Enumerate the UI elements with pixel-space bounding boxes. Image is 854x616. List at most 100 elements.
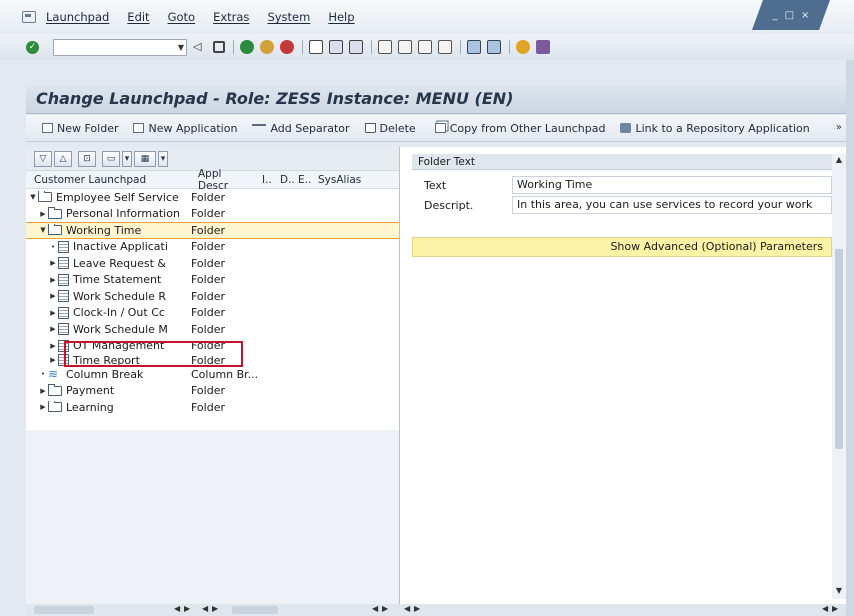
column-e[interactable]: E.. xyxy=(290,174,311,186)
tree-row[interactable]: • Inactive Applicati Folder xyxy=(26,239,399,256)
tree-row[interactable]: ▶ Time Report Folder xyxy=(26,354,399,366)
next-page-icon[interactable] xyxy=(418,40,432,54)
more-chevron-icon[interactable]: » xyxy=(836,122,842,133)
back-icon[interactable]: ◁ xyxy=(193,40,207,54)
find-in-tree-icon[interactable]: ⊡ xyxy=(78,150,96,167)
add-separator-button[interactable]: Add Separator xyxy=(252,122,350,135)
scroll-right-icon[interactable]: ▶ xyxy=(832,604,838,613)
expand-arrow-icon[interactable]: ▶ xyxy=(38,403,48,411)
menu-launchpad[interactable]: Launchpad xyxy=(46,10,109,24)
close-button[interactable]: × xyxy=(801,10,809,21)
column-i[interactable]: I.. xyxy=(254,174,272,186)
command-field-dropdown-icon[interactable]: ▼ xyxy=(178,43,184,52)
scroll-right-icon[interactable]: ▶ xyxy=(382,604,388,613)
launchpad-menu-icon[interactable] xyxy=(22,11,36,23)
collapse-all-icon[interactable]: △ xyxy=(54,150,72,167)
columns-icon[interactable]: ▦ xyxy=(134,150,156,167)
scrollbar-thumb[interactable] xyxy=(34,606,94,614)
tree-row[interactable]: ▶ Work Schedule M Folder xyxy=(26,321,399,338)
column-customer-launchpad[interactable]: Customer Launchpad xyxy=(26,174,190,186)
scroll-left-icon[interactable]: ◀ xyxy=(404,604,410,613)
first-page-icon[interactable] xyxy=(378,40,392,54)
tree-row[interactable]: • ≋ Column Break Column Br... xyxy=(26,366,399,383)
help-icon[interactable] xyxy=(516,40,530,54)
minimize-button[interactable]: _ xyxy=(773,10,778,21)
print-dropdown-icon[interactable]: ▾ xyxy=(122,150,132,167)
menu-goto[interactable]: Goto xyxy=(168,10,196,24)
tree-row[interactable]: ▶ Learning Folder xyxy=(26,399,399,416)
scroll-up-icon[interactable]: ▲ xyxy=(832,154,846,166)
command-field[interactable]: ▼ xyxy=(53,38,187,56)
tree-row[interactable]: ▶ Clock-In / Out Cc Folder xyxy=(26,305,399,322)
expand-arrow-icon[interactable]: ▶ xyxy=(48,259,58,267)
column-sysalias[interactable]: SysAlias xyxy=(310,174,361,186)
save-icon[interactable] xyxy=(213,41,225,53)
expand-all-icon[interactable]: ▽ xyxy=(34,150,52,167)
back-green-icon[interactable] xyxy=(240,40,254,54)
scroll-left-icon[interactable]: ◀ xyxy=(822,604,828,613)
tree-node-desc: Folder xyxy=(191,240,225,254)
expand-arrow-icon[interactable]: ▶ xyxy=(48,309,58,317)
scrollbar-thumb[interactable] xyxy=(835,249,843,449)
new-application-button[interactable]: New Application xyxy=(133,122,237,135)
columns-dropdown-icon[interactable]: ▾ xyxy=(158,150,168,167)
scroll-left-icon[interactable]: ◀ xyxy=(372,604,378,613)
scroll-left-icon[interactable]: ◀ xyxy=(202,604,208,613)
print-icon[interactable] xyxy=(309,40,323,54)
expand-arrow-icon[interactable]: ▶ xyxy=(38,210,48,218)
tree-node-label: Work Schedule R xyxy=(73,289,167,303)
last-page-icon[interactable] xyxy=(438,40,452,54)
shortcut-icon[interactable] xyxy=(487,40,501,54)
new-folder-label: New Folder xyxy=(57,121,119,135)
menu-edit[interactable]: Edit xyxy=(127,10,149,24)
scroll-left-icon[interactable]: ◀ xyxy=(174,604,180,613)
column-d[interactable]: D.. xyxy=(272,174,295,186)
scrollbar-thumb[interactable] xyxy=(232,606,278,614)
find-next-icon[interactable] xyxy=(349,40,363,54)
expand-arrow-icon[interactable]: ▶ xyxy=(48,276,58,284)
tree-row[interactable]: ▶ Personal Information Folder xyxy=(26,206,399,223)
exit-icon[interactable] xyxy=(260,40,274,54)
expand-arrow-icon[interactable]: ▶ xyxy=(48,342,58,350)
tree-row-ot-management[interactable]: ▶ OT Management Folder xyxy=(26,338,399,355)
show-advanced-parameters-button[interactable]: Show Advanced (Optional) Parameters xyxy=(412,237,832,257)
link-repository-button[interactable]: Link to a Repository Application xyxy=(620,122,810,135)
scroll-right-icon[interactable]: ▶ xyxy=(414,604,420,613)
menu-extras[interactable]: Extras xyxy=(213,10,249,24)
tree-row[interactable]: ▼ Employee Self Service Folder xyxy=(26,189,399,206)
tree-row[interactable]: ▶ Leave Request & Folder xyxy=(26,255,399,272)
cancel-icon[interactable] xyxy=(280,40,294,54)
copy-from-other-launchpad-button[interactable]: Copy from Other Launchpad xyxy=(434,122,605,135)
scroll-down-icon[interactable]: ▼ xyxy=(832,585,846,597)
menu-help[interactable]: Help xyxy=(328,10,354,24)
tree-row-selected[interactable]: ▼ Working Time Folder xyxy=(26,222,399,239)
new-folder-button[interactable]: New Folder xyxy=(42,122,118,135)
description-field[interactable]: In this area, you can use services to re… xyxy=(512,196,832,214)
column-appl-descr[interactable]: Appl Descr xyxy=(190,168,254,192)
tree-row[interactable]: ▶ Payment Folder xyxy=(26,383,399,400)
tree-row[interactable]: ▶ Work Schedule R Folder xyxy=(26,288,399,305)
prev-page-icon[interactable] xyxy=(398,40,412,54)
tree-node-desc: Folder xyxy=(191,256,225,270)
scroll-right-icon[interactable]: ▶ xyxy=(212,604,218,613)
collapse-arrow-icon[interactable]: ▼ xyxy=(38,226,48,234)
menu-system[interactable]: System xyxy=(267,10,310,24)
enter-icon[interactable]: ✓ xyxy=(26,40,39,54)
collapse-arrow-icon[interactable]: ▼ xyxy=(28,193,38,201)
maximize-button[interactable]: □ xyxy=(785,10,794,21)
details-vertical-scrollbar[interactable]: ▲ ▼ xyxy=(832,154,846,599)
expand-arrow-icon[interactable]: ▶ xyxy=(48,325,58,333)
text-field[interactable]: Working Time xyxy=(512,176,832,194)
expand-arrow-icon[interactable]: ▶ xyxy=(48,292,58,300)
expand-arrow-icon[interactable]: ▶ xyxy=(38,387,48,395)
scroll-right-icon[interactable]: ▶ xyxy=(184,604,190,613)
layout-icon[interactable] xyxy=(536,40,550,54)
delete-button[interactable]: Delete xyxy=(364,122,416,135)
tree-node-desc: Folder xyxy=(191,384,225,398)
find-icon[interactable] xyxy=(329,40,343,54)
window-right-edge xyxy=(846,60,854,616)
print-tree-icon[interactable]: ▭ xyxy=(102,150,120,167)
expand-arrow-icon[interactable]: ▶ xyxy=(48,356,58,364)
new-session-icon[interactable] xyxy=(467,40,481,54)
tree-row[interactable]: ▶ Time Statement Folder xyxy=(26,272,399,289)
